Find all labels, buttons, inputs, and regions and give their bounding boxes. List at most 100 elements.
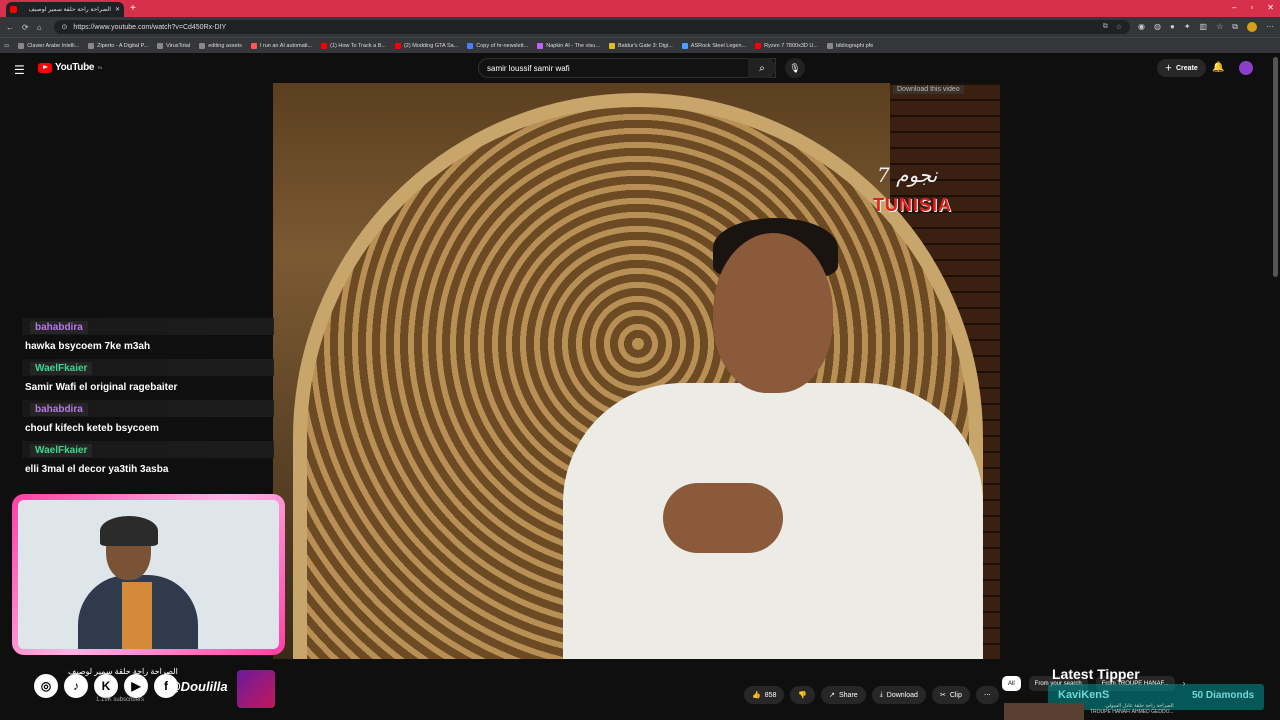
share-icon: ↗ <box>829 692 835 699</box>
channel-avatar[interactable] <box>237 670 275 708</box>
microphone-icon: 🎙 <box>789 62 801 73</box>
headphones <box>100 516 158 546</box>
youtube-icon: ▶ <box>124 674 148 698</box>
channel-watermark-text: TUNISIA <box>873 195 952 215</box>
more-actions-button[interactable]: ⋯ <box>975 686 999 704</box>
recommended-video-thumbnail[interactable] <box>1004 703 1084 720</box>
youtube-header: ☰ YouTube TN samir loussif samir wafi ✕ … <box>0 53 1280 83</box>
chat-message: WaelFkaier Samir Wafi el original rageba… <box>22 359 274 400</box>
voice-search-button[interactable]: 🎙 <box>785 58 805 78</box>
browser-tab[interactable]: الصراحة راحة حلقة سمير لوصيف ✕ <box>6 2 124 17</box>
close-tab-icon[interactable]: ✕ <box>115 6 120 13</box>
chat-username: bahabdira <box>30 321 88 334</box>
chip-all[interactable]: All <box>1002 676 1021 691</box>
extension-icon[interactable]: ◍ <box>1154 22 1161 32</box>
minimize-button[interactable]: – <box>1232 3 1236 12</box>
chat-username: WaelFkaier <box>30 362 93 375</box>
chat-message: WaelFkaier elli 3mal el decor ya3tih 3as… <box>22 441 274 482</box>
maximize-button[interactable]: ▫ <box>1250 3 1253 12</box>
chat-text: Samir Wafi el original ragebaiter <box>25 382 178 393</box>
bookmark-item[interactable]: (1) How To Track a B... <box>321 42 386 49</box>
tipper-name: KaviKenS <box>1058 689 1110 701</box>
bookmark-item[interactable]: Ryzen 7 7800x3D U... <box>755 42 818 49</box>
chat-message: bahabdira chouf kifech keteb bsycoem <box>22 400 274 441</box>
download-button[interactable]: ⤓ Download <box>871 686 926 704</box>
bookmark-item[interactable]: ASRock Steel Legen... <box>681 42 746 49</box>
bookmark-item[interactable]: Clavier Arabe Intelli... <box>18 42 79 49</box>
thumbs-up-icon: 👍 <box>752 692 761 699</box>
stream-chat-overlay: bahabdira hawka bsycoem 7ke m3ah WaelFka… <box>22 318 274 482</box>
new-tab-button[interactable]: + <box>130 3 136 14</box>
bookmark-folder[interactable]: editing assets <box>199 42 242 49</box>
close-window-button[interactable]: ✕ <box>1267 3 1274 12</box>
tab-title: الصراحة راحة حلقة سمير لوصيف <box>28 7 111 13</box>
person-hands <box>663 483 783 553</box>
favorites-icon[interactable]: ☆ <box>1216 22 1223 32</box>
window-controls: – ▫ ✕ <box>1232 3 1274 12</box>
url-field[interactable]: ⊙ https://www.youtube.com/watch?v=Cd450R… <box>53 20 1131 34</box>
clip-button[interactable]: ✂ Clip <box>931 686 970 704</box>
extensions-puzzle-icon[interactable]: ✦ <box>1184 22 1191 32</box>
streamer-shirt <box>122 582 152 649</box>
bookmark-item[interactable]: Ziperto - A Digital P... <box>88 42 148 49</box>
tiktok-icon: ♪ <box>64 674 88 698</box>
bookmark-folder[interactable]: bibliographi pfe <box>826 42 873 49</box>
search-icon: ⌕ <box>759 62 765 74</box>
hamburger-menu-icon[interactable]: ☰ <box>14 63 25 77</box>
bookmark-item[interactable]: Copy of hr-newslett... <box>467 42 528 49</box>
collections-icon[interactable]: ⧉ <box>1232 22 1238 32</box>
home-icon[interactable]: ⌂ <box>37 23 42 32</box>
subscriber-count: 1.19K subscribers <box>96 697 145 703</box>
browser-tab-bar: الصراحة راحة حلقة سمير لوصيف ✕ + – ▫ ✕ <box>0 0 1280 17</box>
tipper-amount: 50 Diamonds <box>1192 690 1255 701</box>
account-avatar[interactable] <box>1239 61 1253 75</box>
like-button[interactable]: 👍 858 <box>744 686 785 704</box>
extension-icon[interactable]: ● <box>1170 22 1175 32</box>
search-input[interactable]: samir loussif samir wafi ✕ <box>478 58 776 78</box>
address-bar-row: ← ⟳ ⌂ ⊙ https://www.youtube.com/watch?v=… <box>0 17 1280 37</box>
bookmark-item[interactable]: VirusTotal <box>157 42 190 49</box>
bookmark-item[interactable]: Baldur's Gate 3: Digi... <box>608 42 673 49</box>
bookmark-item[interactable]: (2) Modding GTA Sa... <box>394 42 458 49</box>
site-info-icon[interactable]: ⊙ <box>62 23 68 31</box>
recommended-video-info[interactable]: الصراحة راحة حلقة عادل السولي TROUPE HAN… <box>1090 703 1174 715</box>
chat-username: bahabdira <box>30 403 88 416</box>
bookmark-star-icon[interactable]: ☆ <box>1116 23 1122 31</box>
notifications-bell-icon[interactable]: 🔔 <box>1212 62 1224 73</box>
chat-text: chouf kifech keteb bsycoem <box>25 423 159 434</box>
logo-text: YouTube <box>55 62 95 73</box>
video-player[interactable]: 7 نجوم TUNISIA Download this video <box>273 83 1000 659</box>
chat-username: WaelFkaier <box>30 444 93 457</box>
sidebar-icon[interactable]: ▥ <box>1200 22 1208 32</box>
webcam-frame <box>12 494 285 655</box>
back-icon[interactable]: ← <box>6 23 14 32</box>
streamer <box>78 516 198 649</box>
dislike-button[interactable]: 👎 <box>790 686 816 704</box>
youtube-logo[interactable]: YouTube TN <box>38 62 102 73</box>
profile-avatar[interactable] <box>1247 22 1257 32</box>
more-icon: ⋯ <box>983 692 991 699</box>
social-icons: ◎ ♪ K ▶ f <box>34 674 178 698</box>
bookmarks-menu-icon[interactable]: ▭ <box>4 43 9 49</box>
thumbs-down-icon: 👎 <box>798 692 808 699</box>
create-button[interactable]: ＋ Create <box>1157 59 1206 77</box>
webcam-feed <box>18 500 279 649</box>
reload-icon[interactable]: ⟳ <box>22 23 29 32</box>
youtube-favicon-icon <box>10 6 17 13</box>
install-app-icon[interactable]: ⧉ <box>1103 23 1108 31</box>
recommended-video-channel: TROUPE HANAFI AHMED GEDDO... <box>1090 709 1174 715</box>
person-head <box>713 233 833 393</box>
share-button[interactable]: ↗ Share <box>821 686 866 704</box>
download-icon: ⤓ <box>879 691 883 698</box>
search-button[interactable]: ⌕ <box>748 58 776 78</box>
bookmark-item[interactable]: I run an AI automati... <box>250 42 312 49</box>
download-this-video-hint[interactable]: Download this video <box>893 85 964 94</box>
more-menu-icon[interactable]: ⋯ <box>1266 22 1274 32</box>
page-scrollbar[interactable] <box>1273 57 1278 277</box>
chat-text: hawka bsycoem 7ke m3ah <box>25 341 151 352</box>
video-actions: 👍 858 👎 ↗ Share ⤓ Download ✂ Clip ⋯ <box>744 686 999 704</box>
channel-watermark-logo: 7 نجوم <box>877 163 938 187</box>
bookmark-item[interactable]: Napkin AI - The visu... <box>537 42 600 49</box>
plus-icon: ＋ <box>1165 65 1172 72</box>
extension-icon[interactable]: ◉ <box>1138 22 1145 32</box>
